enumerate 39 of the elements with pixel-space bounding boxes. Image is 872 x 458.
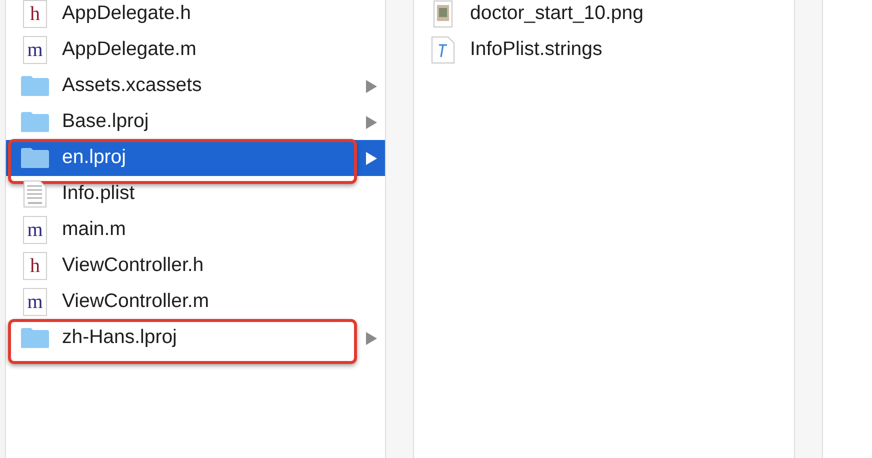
source-file-icon: m xyxy=(23,288,47,316)
folder-icon xyxy=(20,75,50,97)
file-row[interactable]: Assets.xcassets xyxy=(6,68,385,104)
file-row[interactable]: m AppDelegate.m xyxy=(6,32,385,68)
file-name: Info.plist xyxy=(62,181,135,206)
chevron-icon xyxy=(366,80,377,92)
file-row[interactable]: h AppDelegate.h xyxy=(6,0,385,32)
folder-icon xyxy=(20,147,50,169)
file-name: en.lproj xyxy=(62,145,126,170)
file-row[interactable]: m main.m xyxy=(6,212,385,248)
file-row[interactable]: InfoPlist.strings xyxy=(414,32,794,68)
list-file-icon xyxy=(23,180,47,208)
file-row[interactable]: zh-Hans.lproj xyxy=(6,320,385,356)
file-row[interactable]: m ViewController.m xyxy=(6,284,385,320)
file-row[interactable]: Base.lproj xyxy=(6,104,385,140)
file-row[interactable]: h ViewController.h xyxy=(6,248,385,284)
file-name: ViewController.m xyxy=(62,289,210,314)
source-file-icon: m xyxy=(23,36,47,64)
file-name: InfoPlist.strings xyxy=(470,37,602,62)
file-name: main.m xyxy=(62,217,126,242)
folder-icon xyxy=(20,111,50,133)
file-name: Base.lproj xyxy=(62,109,149,134)
folder-icon xyxy=(20,327,50,349)
file-name: AppDelegate.m xyxy=(62,37,196,62)
file-row[interactable]: en.lproj xyxy=(6,140,385,176)
file-name: AppDelegate.h xyxy=(62,1,192,26)
file-name: doctor_start_10.png xyxy=(470,1,644,26)
chevron-icon xyxy=(366,116,377,128)
file-name: zh-Hans.lproj xyxy=(62,325,177,350)
source-file-icon: m xyxy=(23,216,47,244)
chevron-icon xyxy=(366,152,377,164)
source-file-icon: h xyxy=(23,0,47,28)
file-name: ViewController.h xyxy=(62,253,204,278)
text-file-icon xyxy=(431,36,455,64)
source-file-icon: h xyxy=(23,252,47,280)
file-name: Assets.xcassets xyxy=(62,73,202,98)
chevron-icon xyxy=(366,332,377,344)
file-row[interactable]: Info.plist xyxy=(6,176,385,212)
file-row[interactable]: doctor_start_10.png xyxy=(414,0,794,32)
